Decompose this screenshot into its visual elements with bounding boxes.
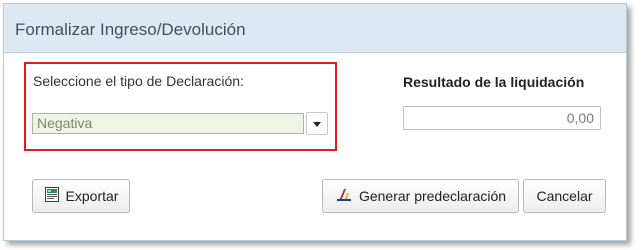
- cancel-button[interactable]: Cancelar: [523, 179, 606, 213]
- tax-agency-icon: [335, 187, 353, 206]
- export-document-icon: [44, 186, 60, 206]
- cancel-button-label: Cancelar: [536, 188, 593, 204]
- declaration-type-select[interactable]: Negativa: [32, 113, 304, 134]
- declaration-type-dropdown-button[interactable]: [306, 112, 328, 135]
- result-label: Resultado de la liquidación: [403, 74, 585, 90]
- export-button[interactable]: Exportar: [32, 179, 130, 213]
- chevron-down-icon: [313, 122, 321, 127]
- result-value-field: 0,00: [403, 106, 601, 130]
- dialog-title-bar: Formalizar Ingreso/Devolución: [4, 4, 626, 53]
- generate-predeclaration-label: Generar predeclaración: [358, 188, 507, 204]
- generate-predeclaration-button[interactable]: Generar predeclaración: [322, 179, 519, 213]
- dialog-title: Formalizar Ingreso/Devolución: [15, 20, 246, 39]
- export-button-label: Exportar: [65, 188, 119, 204]
- declaration-type-label: Seleccione el tipo de Declaración:: [33, 73, 244, 89]
